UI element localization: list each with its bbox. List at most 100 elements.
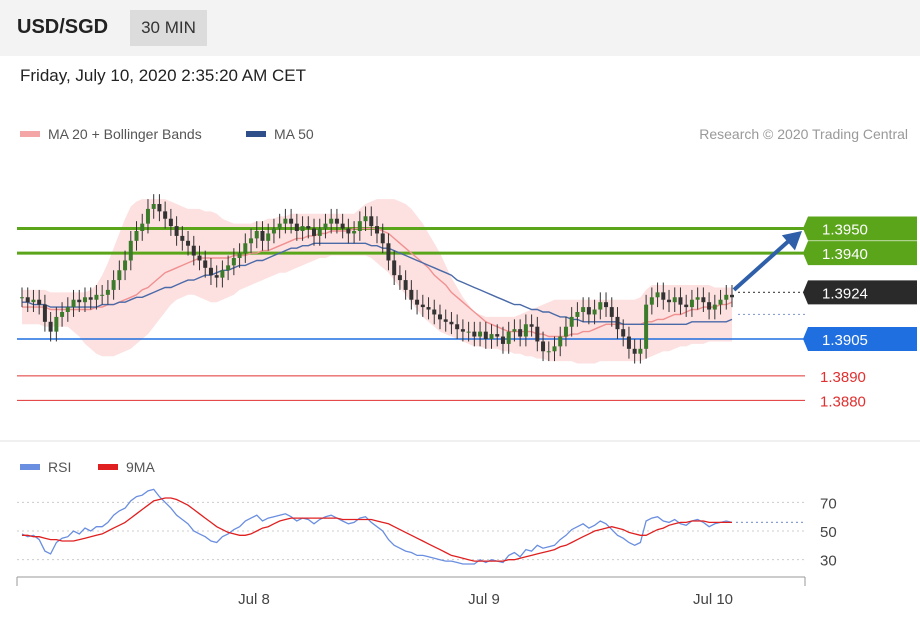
candle-body xyxy=(128,240,133,261)
candle-body xyxy=(340,223,345,229)
candle-body xyxy=(260,231,265,241)
candle-body xyxy=(730,294,734,298)
candle-body xyxy=(495,334,500,337)
candle-body xyxy=(283,218,288,224)
candle-body xyxy=(392,260,397,276)
price-label-1.3940: 1.3940 xyxy=(822,246,868,263)
candle-body xyxy=(140,223,145,231)
candle-body xyxy=(598,302,603,310)
price-label-1.3880: 1.3880 xyxy=(820,393,866,410)
candle-body xyxy=(432,309,437,315)
price-label-1.3905: 1.3905 xyxy=(822,332,868,349)
candle-body xyxy=(375,226,379,234)
candle-body xyxy=(197,255,202,261)
candle-body xyxy=(220,270,225,278)
candle-body xyxy=(523,324,528,337)
candle-body xyxy=(174,226,179,236)
candle-body xyxy=(437,314,442,320)
candle-body xyxy=(71,299,76,308)
candle-body xyxy=(655,292,660,298)
candle-body xyxy=(20,297,24,299)
candle-body xyxy=(724,294,729,300)
candle-body xyxy=(100,294,105,296)
candle-body xyxy=(312,228,317,236)
candle-body xyxy=(346,228,351,234)
candle-body xyxy=(626,336,631,349)
candle-body xyxy=(60,312,65,317)
candle-body xyxy=(621,329,626,337)
x-tick-label: Jul 9 xyxy=(468,591,500,608)
candle-body xyxy=(718,299,723,305)
candle-body xyxy=(203,260,208,268)
candle-body xyxy=(111,280,116,290)
candle-body xyxy=(701,297,706,303)
candle-body xyxy=(294,223,299,231)
candle-body xyxy=(289,218,294,224)
candle-body xyxy=(277,223,282,229)
candle-body xyxy=(466,331,471,333)
candle-body xyxy=(397,275,402,281)
candle-body xyxy=(500,336,505,344)
candle-body xyxy=(552,346,557,352)
candle-body xyxy=(243,243,248,254)
candle-body xyxy=(609,307,614,317)
candle-body xyxy=(65,307,70,312)
candle-body xyxy=(249,238,254,244)
candle-body xyxy=(37,299,42,305)
candle-body xyxy=(489,334,494,339)
candle-body xyxy=(632,348,637,354)
candle-body xyxy=(649,297,654,305)
candle-body xyxy=(214,275,219,278)
candle-body xyxy=(226,265,231,271)
candle-body xyxy=(168,218,173,227)
candle-body xyxy=(695,297,700,300)
candle-body xyxy=(529,324,534,327)
candle-body xyxy=(54,316,59,332)
rsi-tick-label: 30 xyxy=(820,553,837,570)
candle-body xyxy=(712,304,717,310)
candle-body xyxy=(672,297,677,303)
candle-body xyxy=(369,216,374,227)
candle-body xyxy=(157,204,162,212)
candle-body xyxy=(644,304,649,349)
candle-body xyxy=(323,223,328,229)
rsi-ma-line xyxy=(22,497,732,562)
candle-body xyxy=(684,304,689,308)
candle-body xyxy=(317,228,322,236)
candle-body xyxy=(352,231,357,234)
candle-body xyxy=(426,307,431,310)
candle-body xyxy=(586,307,591,315)
candle-body xyxy=(535,326,540,342)
candle-body xyxy=(581,307,586,312)
candle-body xyxy=(180,235,185,241)
candle-body xyxy=(541,341,546,352)
candle-body xyxy=(707,302,712,310)
candle-body xyxy=(254,231,259,239)
candle-body xyxy=(512,329,517,332)
candle-body xyxy=(518,329,523,337)
candle-body xyxy=(42,304,47,322)
candle-body xyxy=(31,299,36,303)
candle-body xyxy=(380,233,385,244)
price-chart: 1.3950 1.3940 1.3924 1.3905 1.3890 1.3880 70 50… xyxy=(0,194,920,608)
x-tick-label: Jul 10 xyxy=(693,591,733,608)
candle-body xyxy=(357,221,362,231)
candle-body xyxy=(94,294,99,300)
candle-body xyxy=(604,302,609,308)
candle-body xyxy=(145,208,150,224)
candle-body xyxy=(329,218,334,224)
candle-body xyxy=(403,280,408,290)
candle-body xyxy=(123,260,128,271)
candle-body xyxy=(575,312,580,317)
candle-body xyxy=(678,297,683,305)
rsi-tick-label: 50 xyxy=(820,524,837,541)
candle-body xyxy=(231,258,236,266)
candle-body xyxy=(420,304,425,308)
candle-body xyxy=(460,329,465,332)
candle-body xyxy=(186,240,191,246)
candle-body xyxy=(443,319,448,322)
candle-body xyxy=(449,321,454,325)
candle-body xyxy=(88,297,93,300)
candle-body xyxy=(77,299,82,303)
candle-body xyxy=(558,336,563,347)
